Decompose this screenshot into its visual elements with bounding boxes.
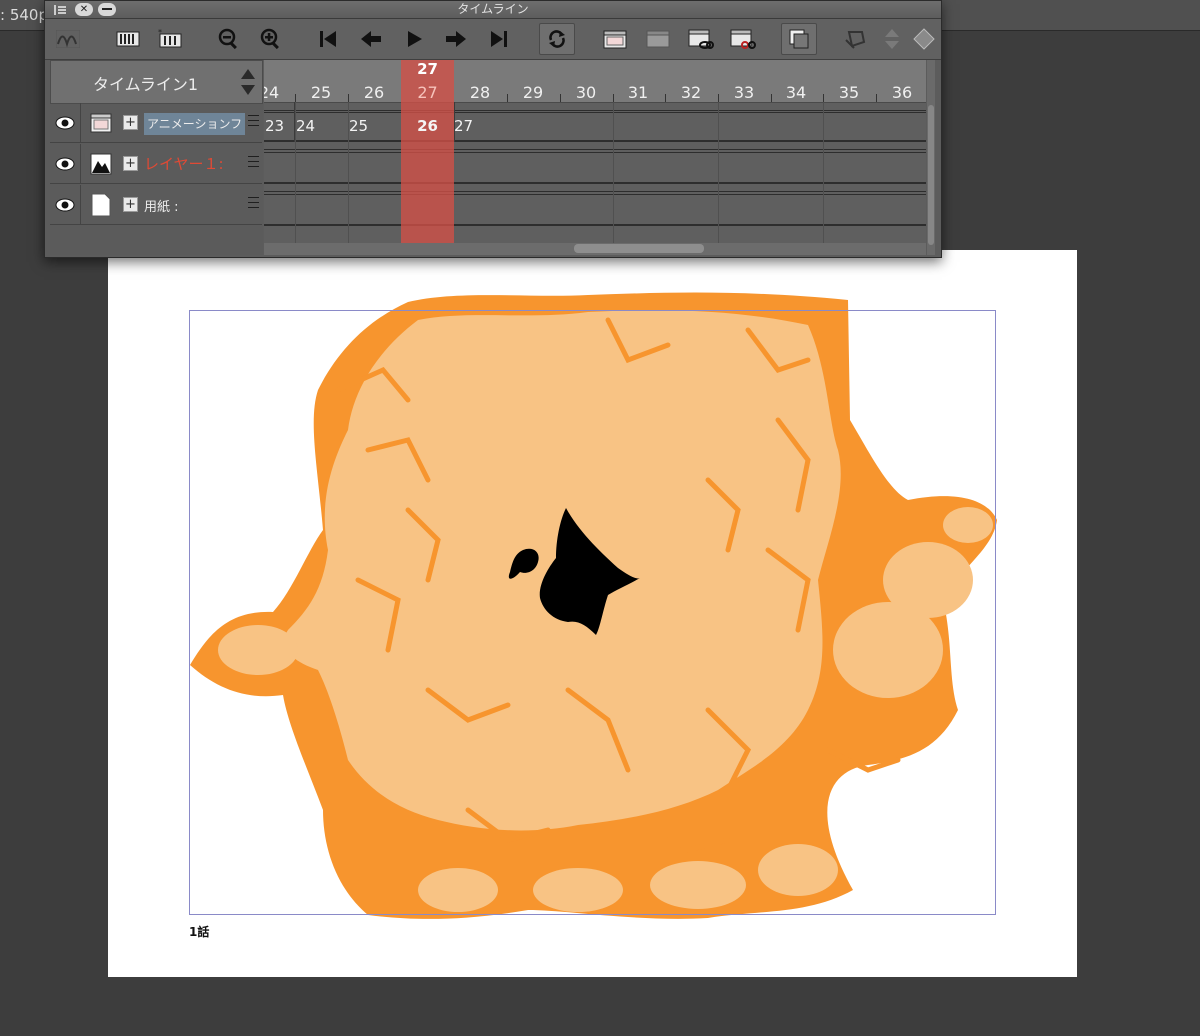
- frame-number: 31: [627, 83, 649, 102]
- paper-icon: [91, 193, 111, 217]
- loop-icon[interactable]: [539, 23, 575, 55]
- play-icon[interactable]: [401, 25, 427, 53]
- link-cel-icon[interactable]: [688, 25, 714, 53]
- previous-frame-icon[interactable]: [358, 25, 384, 53]
- horizontal-scrollbar[interactable]: [264, 243, 926, 255]
- folder-icon[interactable]: [645, 25, 671, 53]
- layer-name: レイヤー１:: [144, 155, 224, 173]
- add-cel-button[interactable]: +: [123, 197, 138, 212]
- track-raster[interactable]: [264, 144, 926, 184]
- add-cel-button[interactable]: +: [123, 156, 138, 171]
- add-cel-button[interactable]: +: [123, 115, 138, 130]
- animation-folder-icon: [90, 113, 112, 133]
- layer-row-paper[interactable]: + 用紙 :: [50, 185, 262, 225]
- raster-layer-icon: [90, 153, 112, 175]
- frame-number: 24: [264, 83, 280, 102]
- timeline-window[interactable]: ✕ タイムライン * タイムライン1 + アニメーションフ + レイヤー１: +…: [44, 0, 942, 258]
- cel-label[interactable]: 24: [296, 117, 315, 135]
- wave-icon[interactable]: [55, 25, 81, 53]
- frame-number: 30: [575, 83, 597, 102]
- frame-number: 25: [310, 83, 332, 102]
- frame-number: 28: [469, 83, 491, 102]
- new-frame-icon[interactable]: [115, 25, 141, 53]
- layer-row-raster[interactable]: + レイヤー１:: [50, 144, 262, 184]
- timeline-name: タイムライン1: [93, 75, 199, 94]
- horizontal-scroll-thumb[interactable]: [574, 244, 704, 253]
- layer-mask-icon[interactable]: [781, 23, 817, 55]
- frame-number: 36: [891, 83, 913, 102]
- next-frame-icon[interactable]: [443, 25, 469, 53]
- frame-number: 33: [733, 83, 755, 102]
- track-animation-folder[interactable]: 23 24 25 27: [264, 102, 926, 142]
- timeline-selector[interactable]: タイムライン1: [50, 60, 263, 104]
- eye-icon[interactable]: [54, 154, 76, 174]
- cel-label-current[interactable]: 26: [401, 117, 454, 135]
- window-title: タイムライン: [457, 2, 529, 16]
- titlebar[interactable]: ✕ タイムライン: [45, 1, 941, 19]
- unlink-cel-icon[interactable]: [730, 25, 756, 53]
- track-paper[interactable]: [264, 186, 926, 226]
- new-animation-folder-icon[interactable]: [602, 25, 628, 53]
- frame-number: 34: [785, 83, 807, 102]
- vertical-scrollbar[interactable]: [927, 60, 935, 255]
- zoom-readout: : 540p: [0, 6, 48, 24]
- layer-name: アニメーションフ: [144, 113, 246, 135]
- layer-row-animation-folder[interactable]: + アニメーションフ: [50, 103, 262, 143]
- timeline-toolbar: *: [45, 19, 941, 60]
- layer-name: 用紙 :: [144, 200, 179, 215]
- timeline-spin-icon[interactable]: [240, 67, 256, 97]
- zoom-in-icon[interactable]: [258, 25, 284, 53]
- last-frame-icon[interactable]: [486, 25, 512, 53]
- first-frame-icon[interactable]: [315, 25, 341, 53]
- cel-label[interactable]: 25: [349, 117, 368, 135]
- current-frame-ruler: 27: [417, 83, 438, 102]
- up-down-icon[interactable]: [879, 25, 905, 53]
- rotate-icon[interactable]: [843, 25, 869, 53]
- frame-number: 35: [838, 83, 860, 102]
- diamond-icon[interactable]: [911, 25, 937, 53]
- frame-ruler[interactable]: 24 25 26 28 29 30 31 32 33 34 35 36: [264, 60, 926, 103]
- vertical-scroll-thumb[interactable]: [928, 105, 934, 245]
- frame-number: 29: [522, 83, 544, 102]
- current-frame: 27: [417, 60, 438, 78]
- frame-grid[interactable]: 24 25 26 28 29 30 31 32 33 34 35 36 23 2…: [264, 60, 926, 255]
- frame-border: [189, 310, 996, 915]
- frame-number: 32: [680, 83, 702, 102]
- layer-panel: タイムライン1 + アニメーションフ + レイヤー１: + 用紙 :: [50, 60, 263, 255]
- svg-text:*: *: [158, 29, 162, 37]
- new-frame-left-icon[interactable]: *: [157, 25, 183, 53]
- hamburger-icon[interactable]: [248, 197, 259, 208]
- cel-label[interactable]: 23: [265, 117, 284, 135]
- eye-icon[interactable]: [54, 195, 76, 215]
- zoom-out-icon[interactable]: [216, 25, 242, 53]
- cel-label[interactable]: 27: [454, 117, 473, 135]
- eye-icon[interactable]: [54, 113, 76, 133]
- hamburger-icon[interactable]: [248, 156, 259, 167]
- episode-label: 1話: [189, 925, 210, 939]
- frame-number: 26: [363, 83, 385, 102]
- canvas-paper[interactable]: 1話: [108, 250, 1077, 977]
- hamburger-icon[interactable]: [248, 115, 259, 126]
